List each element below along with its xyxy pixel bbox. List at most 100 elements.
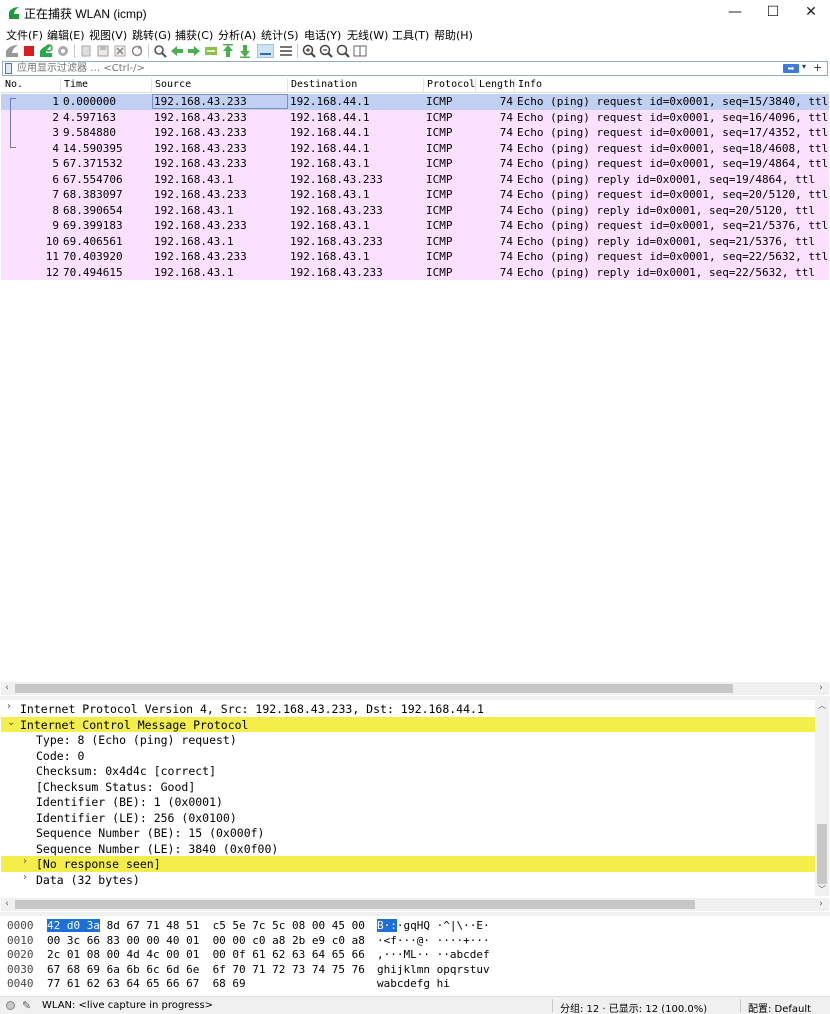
scrollbar-thumb[interactable]: [817, 824, 827, 884]
auto-scroll-icon[interactable]: [257, 44, 274, 58]
hex-bytes: 77 61 62 63 64 65 66 67 68 69: [47, 977, 246, 990]
table-row[interactable]: 2 4.597163 192.168.43.233 192.168.44.1 ICMP 7…: [1, 109, 829, 125]
status-profile[interactable]: 配置: Default: [748, 1000, 811, 1014]
ascii-bytes-rest: wabcdefg hi: [377, 977, 450, 990]
collapsed-arrow-icon[interactable]: ›: [23, 872, 27, 883]
column-header-time[interactable]: Time: [64, 79, 88, 90]
scroll-down-icon[interactable]: ﹀: [815, 884, 829, 896]
minimize-button[interactable]: —: [716, 0, 754, 26]
menu-telephony[interactable]: 电话(Y): [304, 27, 341, 43]
details-vscrollbar[interactable]: ︿ ﹀: [815, 700, 829, 896]
bytes-row[interactable]: 0040 77 61 62 63 64 65 66 67 68 69 wabcdef…: [1, 977, 829, 992]
zoom-in-icon[interactable]: [302, 44, 316, 58]
scroll-left-icon[interactable]: ‹: [1, 898, 13, 911]
column-header-source[interactable]: Source: [155, 79, 191, 90]
colorize-icon[interactable]: [279, 44, 293, 58]
zoom-out-icon[interactable]: [319, 44, 333, 58]
cell-protocol: ICMP: [426, 203, 453, 217]
cell-info: Echo (ping) request id=0x0001, seq=17/43…: [517, 126, 829, 139]
menu-view[interactable]: 视图(V): [89, 27, 127, 43]
shark-fin-start-icon[interactable]: [5, 44, 19, 58]
collapsed-arrow-icon[interactable]: ›: [7, 701, 11, 712]
detail-tree-item[interactable]: Type: 8 (Echo (ping) request): [1, 732, 815, 748]
menu-analyze[interactable]: 分析(A): [218, 27, 256, 43]
maximize-button[interactable]: ☐: [754, 0, 792, 26]
bytes-row[interactable]: 0010 00 3c 66 83 00 00 40 01 00 00 c0 a8 …: [1, 934, 829, 949]
scrollbar-thumb[interactable]: [15, 900, 695, 909]
menu-wireless[interactable]: 无线(W): [347, 27, 388, 43]
find-packet-icon[interactable]: [153, 44, 167, 58]
menu-edit[interactable]: 编辑(E): [47, 27, 85, 43]
filter-history-dropdown[interactable]: ▾: [802, 62, 806, 71]
detail-tree-item[interactable]: Identifier (BE): 1 (0x0001): [1, 794, 815, 810]
add-filter-button[interactable]: +: [813, 61, 822, 74]
filter-bookmark-icon[interactable]: [5, 63, 12, 74]
column-header-protocol[interactable]: Protocol: [427, 79, 475, 90]
go-back-icon[interactable]: [170, 44, 184, 58]
scrollbar-thumb[interactable]: [15, 684, 733, 693]
column-header-destination[interactable]: Destination: [291, 79, 357, 90]
table-row[interactable]: 10 69.406561 192.168.43.1 192.168.43.233 ICM…: [1, 233, 829, 249]
menu-statistics[interactable]: 统计(S): [261, 27, 299, 43]
collapsed-arrow-icon[interactable]: ›: [23, 856, 27, 867]
go-forward-icon[interactable]: [187, 44, 201, 58]
go-last-icon[interactable]: [238, 44, 252, 58]
detail-tree-item[interactable]: Code: 0: [1, 748, 815, 764]
cell-time: 67.371532: [63, 157, 123, 170]
bytes-row[interactable]: 0000 42 d0 3a 8d 67 71 48 51 c5 5e 7c 5c …: [1, 919, 829, 934]
table-row[interactable]: 9 69.399183 192.168.43.233 192.168.43.1 ICMP…: [1, 218, 829, 234]
close-file-icon[interactable]: [113, 44, 127, 58]
save-file-icon[interactable]: [96, 44, 110, 58]
menu-tools[interactable]: 工具(T): [392, 27, 429, 43]
table-row[interactable]: 4 14.590395 192.168.43.233 192.168.44.1 ICMP…: [1, 140, 829, 156]
bytes-row[interactable]: 0030 67 68 69 6a 6b 6c 6d 6e 6f 70 71 72 …: [1, 963, 829, 978]
menu-file[interactable]: 文件(F): [6, 27, 43, 43]
display-filter-input[interactable]: [17, 62, 777, 75]
apply-filter-button[interactable]: ➡: [783, 64, 799, 73]
table-row[interactable]: 1 0.000000 192.168.43.233 192.168.44.1 ICMP 7…: [1, 94, 829, 110]
go-first-icon[interactable]: [221, 44, 235, 58]
menu-go[interactable]: 跳转(G): [132, 27, 171, 43]
scroll-left-icon[interactable]: ‹: [1, 682, 13, 695]
detail-tree-item[interactable]: [Checksum Status: Good]: [1, 779, 815, 795]
capture-comment-icon[interactable]: ✎: [22, 999, 31, 1012]
reload-file-icon[interactable]: [130, 44, 144, 58]
open-file-icon[interactable]: [79, 44, 93, 58]
resize-columns-icon[interactable]: [353, 44, 367, 58]
expanded-arrow-icon[interactable]: ⌄: [7, 717, 15, 728]
detail-tree-item[interactable]: › [No response seen]: [1, 856, 815, 872]
expert-info-icon[interactable]: [6, 1001, 15, 1010]
scroll-up-icon[interactable]: ︿: [815, 700, 829, 712]
column-header-info[interactable]: Info: [518, 79, 542, 90]
table-row[interactable]: 11 70.403920 192.168.43.233 192.168.43.1 ICM…: [1, 249, 829, 265]
details-hscrollbar[interactable]: ‹ ›: [1, 898, 829, 911]
menu-help[interactable]: 帮助(H): [434, 27, 473, 43]
bytes-row[interactable]: 0020 2c 01 08 00 4d 4c 00 01 00 0f 61 62 …: [1, 948, 829, 963]
table-row[interactable]: 5 67.371532 192.168.43.233 192.168.43.1 ICMP…: [1, 156, 829, 172]
menu-capture[interactable]: 捕获(C): [175, 27, 213, 43]
close-button[interactable]: ✕: [792, 0, 830, 26]
table-row[interactable]: 6 67.554706 192.168.43.1 192.168.43.233 ICMP…: [1, 171, 829, 187]
table-row[interactable]: 12 70.494615 192.168.43.1 192.168.43.233 ICM…: [1, 264, 829, 280]
detail-tree-item[interactable]: Checksum: 0x4d4c [correct]: [1, 763, 815, 779]
packet-list-hscrollbar[interactable]: ‹ ›: [1, 682, 829, 695]
detail-tree-item[interactable]: › Data (32 bytes): [1, 872, 815, 888]
scroll-right-icon[interactable]: ›: [815, 898, 827, 911]
column-header-no[interactable]: No.: [5, 79, 23, 90]
go-to-packet-icon[interactable]: [204, 44, 218, 58]
zoom-normal-icon[interactable]: [336, 44, 350, 58]
capture-options-icon[interactable]: [56, 44, 70, 58]
table-row[interactable]: 8 68.390654 192.168.43.1 192.168.43.233 ICMP…: [1, 202, 829, 218]
table-row[interactable]: 3 9.584880 192.168.43.233 192.168.44.1 ICMP 7…: [1, 125, 829, 141]
detail-tree-item[interactable]: Sequence Number (LE): 3840 (0x0f00): [1, 841, 815, 857]
detail-tree-item[interactable]: › Internet Protocol Version 4, Src: 192.1…: [1, 701, 815, 717]
stop-capture-icon[interactable]: [22, 44, 36, 58]
detail-tree-item[interactable]: Sequence Number (BE): 15 (0x000f): [1, 825, 815, 841]
table-row[interactable]: 7 68.383097 192.168.43.233 192.168.43.1 ICMP…: [1, 187, 829, 203]
restart-capture-icon[interactable]: [39, 44, 53, 58]
detail-tree-item[interactable]: ⌄ Internet Control Message Protocol: [1, 716, 815, 732]
detail-text: Identifier (BE): 1 (0x0001): [36, 795, 223, 809]
scroll-right-icon[interactable]: ›: [815, 682, 827, 695]
detail-tree-item[interactable]: Identifier (LE): 256 (0x0100): [1, 810, 815, 826]
column-header-length[interactable]: Length: [479, 79, 515, 90]
